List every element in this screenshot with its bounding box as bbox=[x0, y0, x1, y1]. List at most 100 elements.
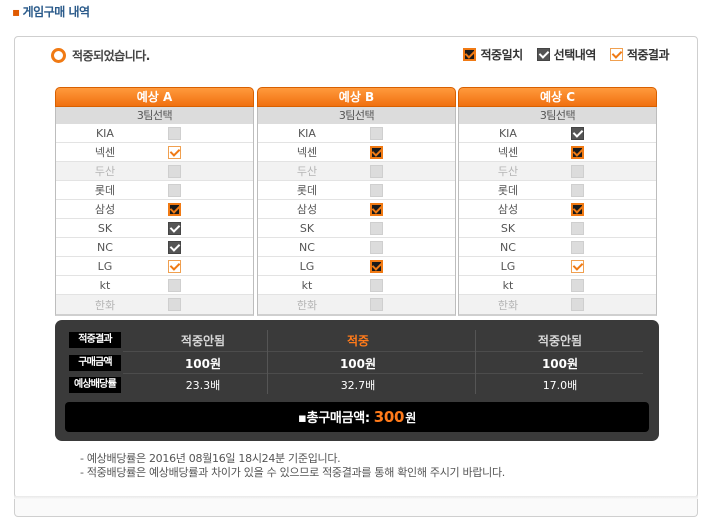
team-row: 두산 bbox=[56, 162, 253, 181]
hit-checkbox-icon bbox=[369, 202, 383, 216]
team-row: 삼성 bbox=[258, 200, 455, 219]
status-circle-icon bbox=[51, 48, 66, 63]
page-title: ▪ 게임구매 내역 bbox=[12, 3, 90, 20]
team-name: KIA bbox=[95, 126, 114, 140]
team-row: LG bbox=[56, 257, 253, 276]
team-name: 넥센 bbox=[94, 146, 116, 159]
team-name: KIA bbox=[297, 126, 316, 140]
odds-b: 32.7배 bbox=[340, 379, 376, 392]
team-checkbox-cell bbox=[154, 145, 253, 159]
team-checkbox-cell bbox=[154, 164, 253, 178]
team-name: 넥센 bbox=[497, 146, 519, 159]
column-header: 예상 C bbox=[458, 87, 657, 107]
team-row: SK bbox=[459, 219, 656, 238]
legend: 적중일치 선택내역 적중결과 bbox=[449, 46, 670, 63]
team-checkbox-cell bbox=[557, 126, 656, 140]
team-checkbox-cell bbox=[557, 240, 656, 254]
empty-checkbox-icon bbox=[167, 298, 181, 311]
team-row: 한화 bbox=[459, 295, 656, 314]
team-name: SK bbox=[97, 221, 113, 235]
team-checkbox-cell bbox=[557, 278, 656, 292]
legend-result: 적중결과 bbox=[609, 46, 670, 63]
team-row: LG bbox=[459, 257, 656, 276]
empty-checkbox-icon bbox=[369, 298, 383, 311]
summary-box: 적중결과 적중안됨 적중 적중안됨 구매금액 100원 100원 100원 예상… bbox=[55, 320, 659, 441]
team-row: NC bbox=[56, 238, 253, 257]
team-checkbox-cell bbox=[356, 221, 455, 235]
team-row: kt bbox=[258, 276, 455, 295]
purchase-panel: 적중되었습니다. 적중일치 선택내역 적중결과 예상 A 3팀선택 KIA 넥센 두… bbox=[14, 36, 698, 498]
empty-checkbox-icon bbox=[167, 126, 181, 140]
team-checkbox-cell bbox=[557, 298, 656, 311]
team-name: 삼성 bbox=[497, 203, 519, 216]
note-item: - 예상배당률은 2016년 08월16일 18시24분 기준입니다. bbox=[80, 452, 341, 465]
team-row: NC bbox=[459, 238, 656, 257]
selected-checkbox-icon bbox=[536, 48, 550, 61]
status-text: 적중되었습니다. bbox=[72, 49, 150, 63]
empty-checkbox-icon bbox=[570, 278, 584, 292]
team-name: SK bbox=[299, 221, 315, 235]
empty-checkbox-icon bbox=[167, 183, 181, 197]
legend-hit: 적중일치 bbox=[463, 46, 523, 63]
team-name: 두산 bbox=[94, 165, 116, 178]
team-checkbox-cell bbox=[356, 202, 455, 216]
odds-c: 17.0배 bbox=[542, 379, 578, 392]
team-row: SK bbox=[56, 219, 253, 238]
result-b: 적중 bbox=[346, 333, 370, 348]
empty-checkbox-icon bbox=[369, 126, 383, 140]
team-row: 한화 bbox=[258, 295, 455, 314]
team-row: KIA bbox=[258, 124, 455, 143]
team-name: LG bbox=[299, 259, 315, 273]
empty-checkbox-icon bbox=[570, 183, 584, 197]
notes: - 예상배당률은 2016년 08월16일 18시24분 기준입니다. - 적중… bbox=[80, 452, 505, 480]
team-row: NC bbox=[258, 238, 455, 257]
team-name: SK bbox=[500, 221, 516, 235]
team-checkbox-cell bbox=[154, 221, 253, 235]
team-checkbox-cell bbox=[356, 298, 455, 311]
hit-checkbox-icon bbox=[167, 202, 181, 216]
team-rows: KIA 넥센 두산 롯데 삼성 SK NC LG kt 한화 bbox=[459, 124, 656, 314]
hit-checkbox-icon bbox=[570, 202, 584, 216]
team-name: 롯데 bbox=[497, 184, 519, 197]
team-row: 넥센 bbox=[258, 143, 455, 162]
empty-checkbox-icon bbox=[167, 164, 181, 178]
result-c: 적중안됨 bbox=[537, 333, 583, 348]
team-name: 넥센 bbox=[296, 146, 318, 159]
column-subheader: 3팀선택 bbox=[459, 107, 656, 124]
result-checkbox-icon bbox=[570, 259, 584, 273]
team-row: 롯데 bbox=[459, 181, 656, 200]
hit-checkbox-icon bbox=[369, 145, 383, 159]
status-line: 적중되었습니다. bbox=[51, 47, 150, 64]
team-checkbox-cell bbox=[356, 145, 455, 159]
team-checkbox-cell bbox=[356, 259, 455, 273]
hit-checkbox-icon bbox=[369, 259, 383, 273]
team-name: kt bbox=[99, 278, 111, 292]
empty-checkbox-icon bbox=[369, 278, 383, 292]
team-name: 삼성 bbox=[94, 203, 116, 216]
selected-checkbox-icon bbox=[570, 126, 584, 140]
team-checkbox-cell bbox=[557, 183, 656, 197]
team-row: 삼성 bbox=[459, 200, 656, 219]
column-subheader: 3팀선택 bbox=[56, 107, 253, 124]
summary-amount-row: 구매금액 100원 100원 100원 bbox=[55, 352, 659, 374]
team-checkbox-cell bbox=[557, 164, 656, 178]
prediction-columns: 예상 A 3팀선택 KIA 넥센 두산 롯데 삼성 SK NC LG kt 한화 예상 B 3팀선… bbox=[55, 87, 659, 317]
page-title-text: 게임구매 내역 bbox=[22, 5, 90, 19]
team-checkbox-cell bbox=[557, 145, 656, 159]
team-row: 넥센 bbox=[56, 143, 253, 162]
empty-checkbox-icon bbox=[369, 164, 383, 178]
total-unit: 원 bbox=[405, 411, 416, 425]
total-amount: 300 bbox=[373, 408, 405, 426]
note-item: - 적중배당률은 예상배당률과 차이가 있을 수 있으므로 적중결과를 통해 확… bbox=[80, 466, 506, 479]
legend-selected: 선택내역 bbox=[536, 46, 597, 63]
total-purchase-bar: ▪총구매금액: 300원 bbox=[65, 402, 649, 432]
team-name: 두산 bbox=[296, 165, 318, 178]
team-row: LG bbox=[258, 257, 455, 276]
empty-checkbox-icon bbox=[570, 298, 584, 311]
legend-selected-label: 선택내역 bbox=[553, 48, 597, 62]
empty-checkbox-icon bbox=[570, 164, 584, 178]
column-body: 3팀선택 KIA 넥센 두산 롯데 삼성 SK NC LG kt 한화 bbox=[458, 107, 657, 316]
result-checkbox-icon bbox=[167, 259, 181, 273]
team-row: 삼성 bbox=[56, 200, 253, 219]
column-subheader: 3팀선택 bbox=[258, 107, 455, 124]
